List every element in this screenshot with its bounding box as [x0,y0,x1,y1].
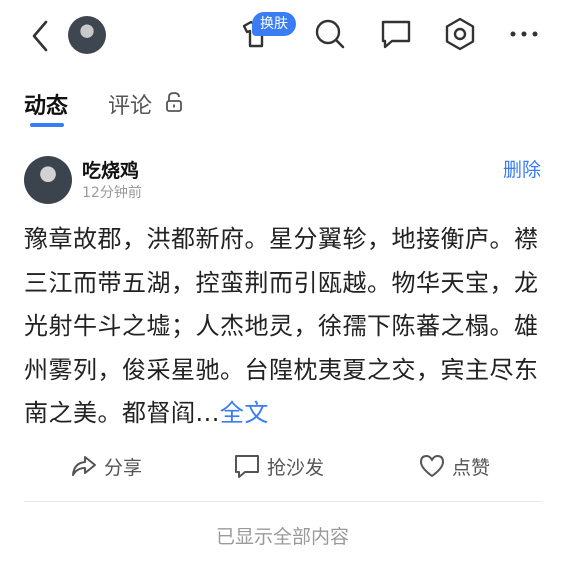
like-button[interactable]: 点赞 [418,446,490,486]
share-label: 分享 [104,456,143,479]
search-icon[interactable] [310,14,350,54]
comment-label: 抢沙发 [267,456,325,479]
skin-badge[interactable]: 换肤 [252,12,296,36]
author-name[interactable]: 吃烧鸡 [82,156,139,183]
post-text: 豫章故郡，洪都新府。星分翼轸，地接衡庐。襟三江而带五湖，控蛮荆而引瓯越。物华天宝… [24,225,539,427]
action-bar: 分享 抢沙发 点赞 [0,446,565,486]
full-text-link[interactable]: 全文 [220,399,269,427]
lock-icon [166,92,182,112]
comment-button[interactable]: 抢沙发 [233,446,324,486]
delete-button[interactable]: 删除 [503,155,541,182]
active-tab-indicator [30,123,64,127]
author-avatar[interactable] [24,156,72,204]
share-button[interactable]: 分享 [70,446,142,486]
top-bar: 换肤 [0,0,565,72]
comment-icon [235,455,259,478]
settings-icon[interactable] [440,14,480,54]
heart-icon [420,455,444,477]
more-icon[interactable] [504,14,544,54]
like-label: 点赞 [452,456,491,479]
post-time: 12分钟前 [82,185,142,201]
tab-bar: 动态 评论 [0,82,565,132]
share-icon [72,456,96,476]
back-icon[interactable] [26,18,56,54]
tab-comments[interactable]: 评论 [108,88,152,120]
tab-dynamics[interactable]: 动态 [24,88,68,120]
divider [24,501,542,502]
avatar[interactable] [68,16,106,54]
message-icon[interactable] [376,14,416,54]
end-of-content-text: 已显示全部内容 [215,526,349,548]
post-content[interactable]: 豫章故郡，洪都新府。星分翼轸，地接衡庐。襟三江而带五湖，控蛮荆而引瓯越。物华天宝… [24,218,542,436]
